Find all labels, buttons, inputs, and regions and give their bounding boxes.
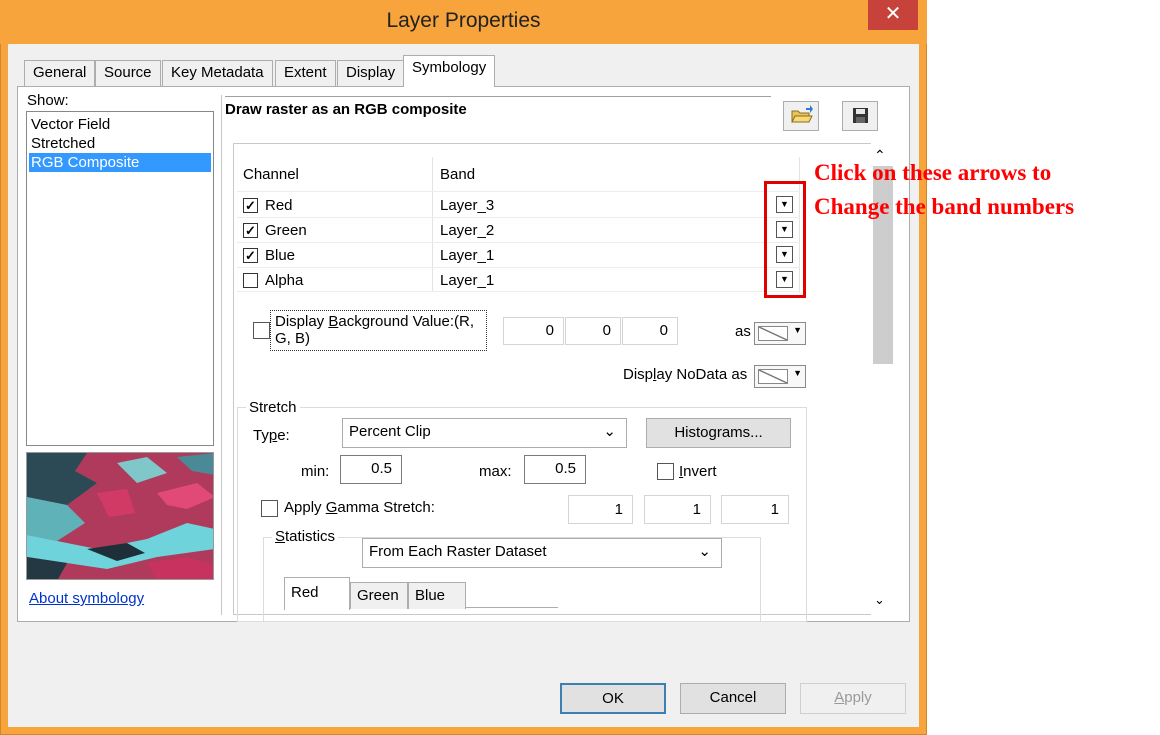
close-icon: ✕ — [884, 3, 902, 25]
apply-gamma-label: Apply Gamma Stretch: — [284, 499, 435, 516]
annotation-callout: Click on these arrows to Change the band… — [814, 156, 1074, 224]
stat-tab-strip-line — [466, 607, 558, 608]
stretch-group-label: Stretch — [246, 399, 300, 416]
open-layer-file-button[interactable] — [783, 101, 819, 131]
list-item-vector-field[interactable]: Vector Field — [29, 115, 211, 134]
window-title: Layer Properties — [386, 9, 541, 32]
gamma-red-input[interactable]: 1 — [568, 495, 633, 524]
renderer-list[interactable]: Vector Field Stretched RGB Composite — [26, 111, 214, 446]
list-item-rgb-composite[interactable]: RGB Composite — [29, 153, 211, 172]
max-label: max: — [479, 463, 512, 480]
tab-source[interactable]: Source — [95, 60, 161, 86]
row-divider — [237, 242, 800, 243]
column-header-channel: Channel — [243, 166, 299, 183]
band-value-red[interactable]: Layer_3 — [440, 197, 494, 214]
row-divider — [237, 217, 800, 218]
background-r-input[interactable]: 0 — [503, 317, 564, 345]
statistics-value: From Each Raster Dataset — [369, 543, 547, 560]
stat-tab-green[interactable]: Green — [350, 582, 408, 609]
show-label: Show: — [27, 92, 69, 109]
channel-label-red: Red — [265, 197, 293, 214]
column-header-band: Band — [440, 166, 476, 183]
row-divider — [237, 267, 800, 268]
alpha-channel-checkbox[interactable] — [243, 273, 258, 288]
stretch-type-label: Type: — [253, 427, 290, 444]
chevron-down-icon: ⌄ — [698, 543, 711, 560]
cancel-button[interactable]: Cancel — [680, 683, 786, 714]
annotation-line-1: Click on these arrows to — [814, 160, 1052, 185]
stretch-type-value: Percent Clip — [349, 423, 431, 440]
panel-divider — [221, 95, 222, 615]
histograms-button[interactable]: Histograms... — [646, 418, 791, 448]
tab-label: Extent — [284, 64, 327, 81]
row-divider — [237, 191, 800, 192]
statistics-group-label: Statistics — [272, 528, 339, 545]
about-symbology-link[interactable]: About symbology — [29, 590, 144, 607]
apply-button[interactable]: Apply — [800, 683, 906, 714]
blue-channel-checkbox[interactable]: ✓ — [243, 248, 258, 263]
stat-tab-red[interactable]: Red — [284, 577, 350, 610]
ok-button[interactable]: OK — [560, 683, 666, 714]
renderer-heading: Draw raster as an RGB composite — [225, 101, 467, 118]
band-value-alpha[interactable]: Layer_1 — [440, 272, 494, 289]
background-color-button[interactable]: ▼ — [754, 322, 806, 345]
chevron-down-icon: ▼ — [793, 325, 802, 335]
tab-extent[interactable]: Extent — [275, 60, 336, 86]
gamma-blue-input[interactable]: 1 — [721, 495, 789, 524]
display-background-label: Display Background Value:(R, G, B) — [275, 313, 474, 347]
background-g-input[interactable]: 0 — [565, 317, 621, 345]
apply-gamma-checkbox[interactable] — [261, 500, 278, 517]
tab-general[interactable]: General — [24, 60, 96, 86]
gamma-green-input[interactable]: 1 — [644, 495, 711, 524]
invert-checkbox[interactable] — [657, 463, 674, 480]
channel-label-alpha: Alpha — [265, 272, 304, 289]
tab-label: General — [33, 64, 87, 81]
max-input[interactable]: 0.5 — [524, 455, 586, 484]
band-value-green[interactable]: Layer_2 — [440, 222, 494, 239]
row-divider — [237, 291, 800, 292]
tab-label: Key Metadata — [171, 64, 264, 81]
channel-label-green: Green — [265, 222, 307, 239]
heading-rule — [225, 96, 771, 97]
display-background-label-line1: Display Background Value:(R, — [275, 313, 475, 330]
stretch-type-select[interactable]: Percent Clip ⌄ — [342, 418, 627, 448]
channel-label-blue: Blue — [265, 247, 296, 264]
no-color-swatch-icon — [758, 326, 788, 341]
min-input[interactable]: 0.5 — [340, 455, 402, 484]
invert-label: Invert — [679, 463, 717, 480]
floppy-disk-icon — [853, 108, 868, 123]
background-b-input[interactable]: 0 — [622, 317, 678, 345]
annotation-line-2: Change the band numbers — [814, 194, 1075, 219]
nodata-color-button[interactable]: ▼ — [754, 365, 806, 388]
close-button[interactable]: ✕ — [868, 0, 918, 30]
title-bar[interactable]: Layer Properties — [0, 0, 927, 44]
tab-label: Display — [346, 64, 396, 81]
display-background-checkbox[interactable] — [253, 322, 270, 339]
save-layer-file-button[interactable] — [842, 101, 878, 131]
no-color-swatch-icon — [758, 369, 788, 384]
tab-label: Symbology — [412, 59, 487, 76]
tab-key-metadata[interactable]: Key Metadata — [162, 60, 273, 86]
statistics-select[interactable]: From Each Raster Dataset ⌄ — [362, 538, 722, 568]
min-label: min: — [301, 463, 330, 480]
annotation-highlight-box — [764, 181, 806, 298]
red-channel-checkbox[interactable]: ✓ — [243, 198, 258, 213]
list-item-stretched[interactable]: Stretched — [29, 134, 211, 153]
folder-open-icon — [791, 105, 813, 123]
column-divider — [432, 157, 433, 292]
band-value-blue[interactable]: Layer_1 — [440, 247, 494, 264]
green-channel-checkbox[interactable]: ✓ — [243, 223, 258, 238]
nodata-label: Display NoData as — [623, 366, 748, 383]
symbology-preview-image — [26, 452, 214, 580]
display-background-label-line2: G, B) — [275, 330, 311, 347]
tab-symbology[interactable]: Symbology — [403, 55, 496, 87]
scroll-down-icon[interactable]: ⌄ — [874, 592, 885, 608]
tab-label: Source — [104, 64, 152, 81]
channel-band-table — [237, 157, 800, 293]
chevron-down-icon: ⌄ — [603, 423, 616, 440]
chevron-down-icon: ▼ — [793, 368, 802, 378]
stat-tab-blue[interactable]: Blue — [408, 582, 466, 609]
tab-display[interactable]: Display — [337, 60, 405, 86]
as-label: as — [735, 323, 751, 340]
